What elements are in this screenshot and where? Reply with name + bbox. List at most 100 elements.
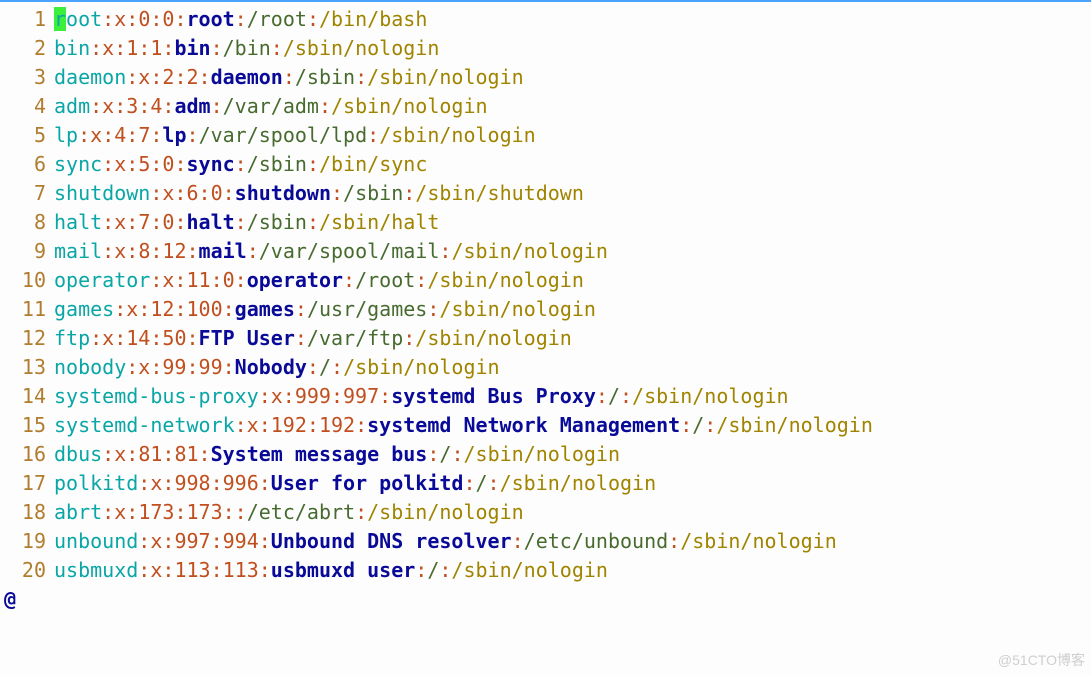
line-code: nobody:x:99:99:Nobody:/:/sbin/nologin	[54, 355, 500, 379]
field-separator: :	[223, 355, 235, 379]
field-separator: :	[138, 471, 150, 495]
field-separator: :	[704, 413, 716, 437]
homedir-field: /usr/games	[307, 297, 427, 321]
field-separator: :	[259, 529, 271, 553]
field-separator: :	[102, 152, 114, 176]
field-separator: :	[174, 7, 186, 31]
homedir-field: /root	[355, 268, 415, 292]
username-field: shutdown	[54, 181, 150, 205]
passwd-line: 17polkitd:x:998:996:User for polkitd:/:/…	[0, 469, 1091, 498]
passwd-line: 1root:x:0:0:root:/root:/bin/bash	[0, 5, 1091, 34]
field-separator: :	[427, 297, 439, 321]
homedir-field: /var/spool/mail	[259, 239, 440, 263]
line-code: root:x:0:0:root:/root:/bin/bash	[54, 7, 427, 31]
field-separator: :	[331, 355, 343, 379]
line-number: 15	[0, 411, 54, 440]
line-code: abrt:x:173:173::/etc/abrt:/sbin/nologin	[54, 500, 524, 524]
field-separator: :	[150, 123, 162, 147]
gecos-field: systemd Bus Proxy	[391, 384, 596, 408]
password-field: x	[102, 94, 114, 118]
field-separator: :	[307, 355, 319, 379]
password-field: x	[114, 239, 126, 263]
shell-field: /sbin/nologin	[463, 442, 620, 466]
uid-field: 7	[138, 210, 150, 234]
shell-field: /sbin/nologin	[367, 500, 524, 524]
field-separator: :	[187, 326, 199, 350]
gid-field: 81	[174, 442, 198, 466]
field-separator: :	[126, 239, 138, 263]
shell-field: /sbin/nologin	[680, 529, 837, 553]
homedir-field: /	[692, 413, 704, 437]
uid-field: 173	[138, 500, 174, 524]
gid-field: 994	[223, 529, 259, 553]
field-separator: :	[427, 442, 439, 466]
passwd-line: 10operator:x:11:0:operator:/root:/sbin/n…	[0, 266, 1091, 295]
gecos-field: systemd Network Management	[367, 413, 680, 437]
field-separator: :	[138, 297, 150, 321]
field-separator: :	[126, 210, 138, 234]
line-number: 13	[0, 353, 54, 382]
gid-field: 0	[162, 7, 174, 31]
username-field: nobody	[54, 355, 126, 379]
field-separator: :	[235, 268, 247, 292]
username-field: adm	[54, 94, 90, 118]
passwd-line: 7shutdown:x:6:0:shutdown:/sbin:/sbin/shu…	[0, 179, 1091, 208]
line-code: dbus:x:81:81:System message bus:/:/sbin/…	[54, 442, 620, 466]
password-field: x	[162, 268, 174, 292]
line-number: 9	[0, 237, 54, 266]
field-separator: :	[199, 181, 211, 205]
field-separator: :	[102, 442, 114, 466]
field-separator: :	[138, 94, 150, 118]
field-separator: :	[199, 442, 211, 466]
field-separator: :	[150, 181, 162, 205]
field-separator: :	[223, 297, 235, 321]
shell-field: /sbin/nologin	[716, 413, 873, 437]
field-separator: :	[174, 181, 186, 205]
field-separator: :	[295, 297, 307, 321]
password-field: x	[150, 558, 162, 582]
line-number: 16	[0, 440, 54, 469]
gecos-field: Nobody	[235, 355, 307, 379]
uid-field: 99	[162, 355, 186, 379]
field-separator: :	[367, 123, 379, 147]
password-field: x	[114, 7, 126, 31]
shell-field: /sbin/nologin	[500, 471, 657, 495]
gid-field: 0	[223, 268, 235, 292]
field-separator: :	[259, 558, 271, 582]
file-content: 1root:x:0:0:root:/root:/bin/bash2bin:x:1…	[0, 5, 1091, 585]
uid-field: 192	[271, 413, 307, 437]
username-field: bin	[54, 36, 90, 60]
password-field: x	[114, 210, 126, 234]
field-separator: :	[668, 529, 680, 553]
uid-field: 2	[162, 65, 174, 89]
field-separator: :	[211, 471, 223, 495]
field-separator: :	[126, 123, 138, 147]
homedir-field: /	[319, 355, 331, 379]
gecos-field: shutdown	[235, 181, 331, 205]
gecos-field: daemon	[211, 65, 283, 89]
line-number: 6	[0, 150, 54, 179]
username-field: unbound	[54, 529, 138, 553]
editor-viewport: 1root:x:0:0:root:/root:/bin/bash2bin:x:1…	[0, 0, 1091, 676]
uid-field: 5	[138, 152, 150, 176]
field-separator: :	[463, 471, 475, 495]
field-separator: :	[138, 558, 150, 582]
line-code: polkitd:x:998:996:User for polkitd:/:/sb…	[54, 471, 656, 495]
field-separator: :	[186, 355, 198, 379]
field-separator: :	[259, 471, 271, 495]
field-separator: :	[150, 152, 162, 176]
field-separator: :	[162, 529, 174, 553]
line-code: sync:x:5:0:sync:/sbin:/bin/sync	[54, 152, 427, 176]
field-separator: :	[355, 65, 367, 89]
gid-field: 7	[138, 123, 150, 147]
line-number: 20	[0, 556, 54, 585]
field-separator: :	[235, 152, 247, 176]
field-separator: :	[307, 7, 319, 31]
shell-field: /bin/bash	[319, 7, 427, 31]
uid-field: 1	[126, 36, 138, 60]
field-separator: :	[439, 558, 451, 582]
field-separator: :	[102, 7, 114, 31]
homedir-field: /etc/abrt	[247, 500, 355, 524]
gid-field: 1	[150, 36, 162, 60]
uid-field: 12	[150, 297, 174, 321]
